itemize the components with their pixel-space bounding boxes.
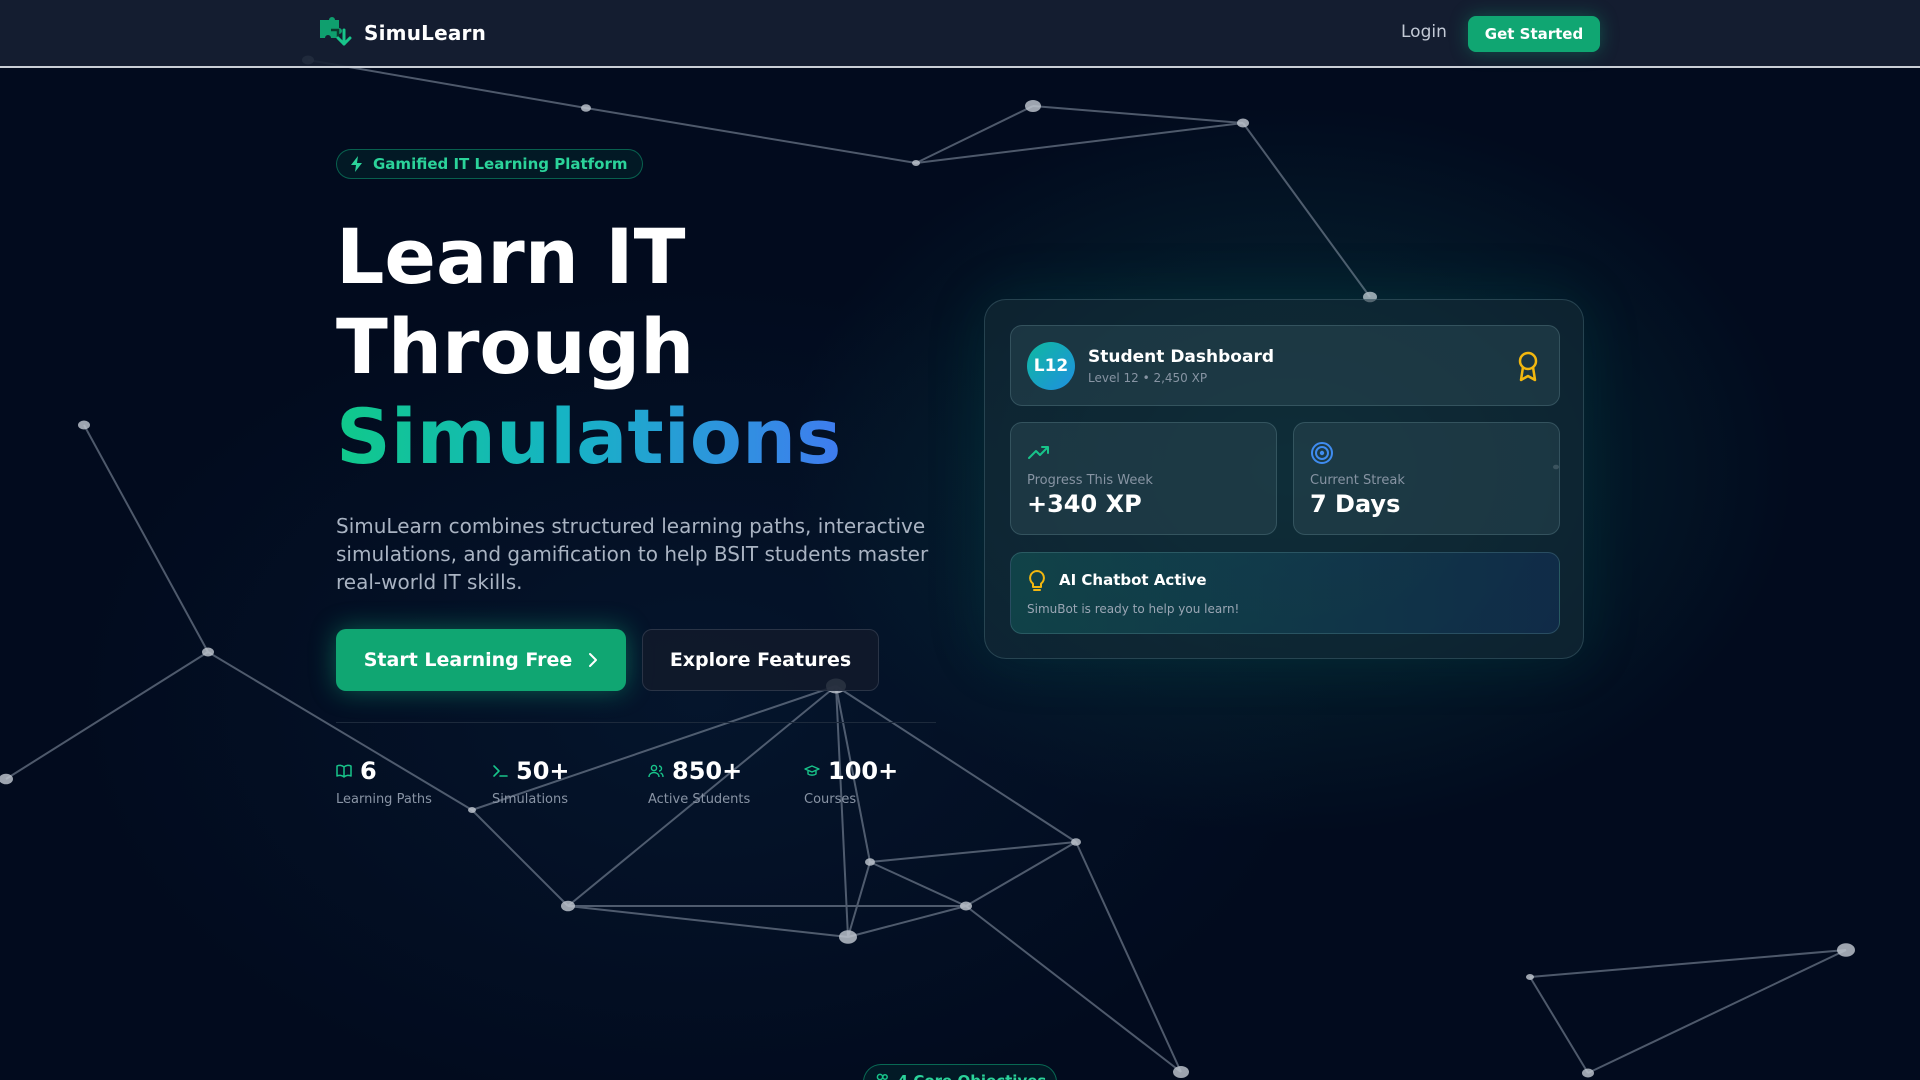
network-edge [965, 905, 1182, 1073]
streak-value: 7 Days [1310, 490, 1401, 518]
network-node [1526, 974, 1534, 980]
stat-learning-paths: 6 Learning Paths [336, 756, 492, 807]
network-edge [965, 841, 1077, 907]
progress-label: Progress This Week [1027, 473, 1153, 488]
top-navbar: SimuLearn Login Get Started [0, 0, 1920, 68]
stat-value: 850+ [672, 757, 743, 785]
chatbot-title: AI Chatbot Active [1059, 571, 1207, 589]
network-node [960, 901, 972, 911]
network-node [78, 420, 90, 430]
brand-name: SimuLearn [364, 21, 487, 45]
network-node [865, 858, 875, 866]
graduation-cap-icon [804, 765, 820, 776]
network-node [1237, 118, 1249, 128]
target-icon [1311, 442, 1333, 464]
network-edge [915, 105, 1034, 164]
landing-page: SimuLearn Login Get Started Gamified IT … [0, 0, 1920, 1080]
dashboard-title: Student Dashboard [1088, 347, 1274, 367]
network-edge [1529, 949, 1847, 978]
brand[interactable]: SimuLearn [318, 16, 486, 50]
network-node [912, 160, 920, 166]
dashboard-header: L12 Student Dashboard Level 12 • 2,450 X… [1010, 325, 1560, 406]
objectives-badge-text: 4 Core Objectives [898, 1072, 1047, 1080]
book-open-icon [336, 764, 352, 778]
network-edge [835, 685, 849, 938]
network-node [1071, 838, 1081, 846]
start-learning-label: Start Learning Free [363, 649, 573, 671]
network-edge [1032, 105, 1244, 124]
get-started-button[interactable]: Get Started [1468, 16, 1600, 52]
network-background [0, 55, 1855, 1078]
login-link[interactable]: Login [1401, 22, 1447, 42]
stat-value: 6 [360, 757, 377, 785]
stat-label: Active Students [648, 792, 751, 807]
award-icon [1518, 351, 1538, 382]
badge-text: Gamified IT Learning Platform [373, 155, 628, 173]
network-node [581, 104, 591, 112]
streak-label: Current Streak [1310, 473, 1405, 488]
stat-label: Learning Paths [336, 792, 432, 807]
start-learning-button[interactable]: Start Learning Free [336, 629, 626, 691]
network-node [561, 900, 575, 912]
terminal-icon [493, 765, 508, 777]
stat-value: 100+ [828, 757, 899, 785]
hero-divider [336, 722, 936, 723]
stat-value: 50+ [516, 757, 570, 785]
platform-badge: Gamified IT Learning Platform [336, 149, 643, 179]
stat-label: Simulations [492, 792, 569, 807]
network-node [468, 807, 476, 813]
lightbulb-icon [1029, 570, 1045, 591]
stats-row: 6 Learning Paths 50+ Simulations 850+ Ac… [336, 756, 960, 807]
hero-title-line1: Learn IT [336, 212, 686, 301]
network-edge [83, 424, 209, 653]
network-edge [847, 905, 967, 938]
network-edge [5, 651, 209, 780]
network-edge [1529, 976, 1589, 1074]
hero-title-accent: Simulations [336, 392, 842, 481]
lightning-icon [351, 156, 362, 172]
network-edge [869, 841, 1077, 863]
network-edge [471, 809, 569, 907]
network-edge [1242, 122, 1371, 298]
stat-active-students: 850+ Active Students [648, 756, 804, 807]
explore-features-button[interactable]: Explore Features [642, 629, 879, 691]
network-node [839, 930, 857, 944]
network-node [1837, 943, 1855, 957]
network-node [1582, 1068, 1594, 1078]
network-edge [567, 905, 849, 938]
network-node [202, 647, 214, 657]
network-edge [915, 122, 1244, 164]
users-icon [876, 1073, 888, 1080]
hero-title: Learn IT Through Simulations [336, 212, 841, 482]
chatbot-status-card: AI Chatbot Active SimuBot is ready to he… [1010, 552, 1560, 634]
network-node [1173, 1066, 1189, 1078]
chatbot-subtitle: SimuBot is ready to help you learn! [1027, 602, 1240, 616]
stat-label: Courses [804, 792, 857, 807]
streak-card: Current Streak 7 Days [1293, 422, 1560, 535]
network-edge [1587, 949, 1847, 1074]
avatar: L12 [1027, 342, 1075, 390]
network-edge [1075, 841, 1182, 1073]
stat-simulations: 50+ Simulations [492, 756, 648, 807]
chevron-right-icon [589, 653, 598, 667]
network-edge [869, 861, 967, 907]
network-node [1025, 100, 1041, 112]
hero-title-line2: Through [336, 302, 695, 391]
progress-card: Progress This Week +340 XP [1010, 422, 1277, 535]
network-edge [847, 861, 871, 938]
network-node [0, 773, 13, 785]
hero-description: SimuLearn combines structured learning p… [336, 514, 929, 594]
progress-value: +340 XP [1027, 490, 1142, 518]
dashboard-level: Level 12 • 2,450 XP [1088, 371, 1208, 385]
stat-courses: 100+ Courses [804, 756, 960, 807]
users-icon [648, 764, 664, 778]
trending-up-icon [1028, 446, 1049, 459]
student-dashboard-card: L12 Student Dashboard Level 12 • 2,450 X… [984, 299, 1584, 659]
objectives-badge: 4 Core Objectives [863, 1064, 1057, 1080]
puzzle-logo-icon [320, 17, 352, 46]
